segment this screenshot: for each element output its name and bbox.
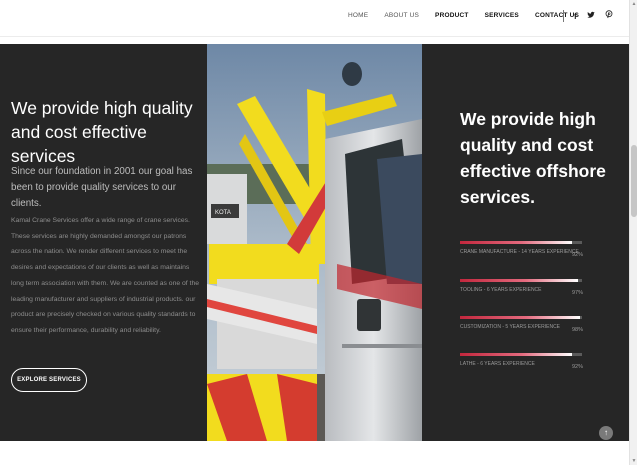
skills-heading: We provide high quality and cost effecti… [460, 109, 606, 207]
skill-progress-track [460, 353, 582, 356]
tow-truck-photo: KOTA [207, 44, 422, 441]
scrollbar-thumb[interactable] [631, 145, 637, 217]
scroll-to-top-button[interactable]: ↑ [599, 426, 613, 440]
skill-progress-fill [460, 353, 573, 356]
explore-services-button[interactable]: EXPLORE SERVICES [11, 368, 87, 392]
facebook-icon[interactable]: f [574, 11, 577, 23]
skill-progress-track [460, 316, 582, 319]
skill-progress-fill [460, 279, 579, 282]
skill-label: CRANE MANUFACTURE - 14 YEARS EXPERIENCE [460, 249, 579, 255]
intro-heading: We provide high quality and cost effecti… [11, 98, 193, 166]
skill-label: LATHE - 6 YEARS EXPERIENCE [460, 361, 535, 367]
nav-home[interactable]: HOME [348, 12, 368, 19]
nav-services[interactable]: SERVICES [485, 12, 519, 19]
nav-contact-us[interactable]: CONTACT US [535, 12, 579, 19]
skill-label: CUSTOMIZATION - 5 YEARS EXPERIENCE [460, 324, 561, 330]
skill-customization: CUSTOMIZATION - 5 YEARS EXPERIENCE 98% [460, 316, 583, 333]
pinterest-icon[interactable] [605, 10, 613, 23]
scroll-down-arrow-icon[interactable]: ▼ [631, 458, 637, 464]
social-links: f [574, 10, 623, 23]
skill-tooling: TOOLING - 6 YEARS EXPERIENCE 97% [460, 279, 583, 296]
skill-percent: 98% [572, 327, 584, 333]
nav-divider [563, 10, 564, 22]
skill-percent: 92% [572, 252, 584, 258]
offshore-skills-panel: We provide high quality and cost effecti… [422, 44, 629, 441]
nav-about-us[interactable]: ABOUT US [384, 12, 419, 19]
arrow-up-icon: ↑ [604, 428, 608, 437]
vertical-scrollbar[interactable]: ▲ ▼ [629, 0, 637, 465]
skill-progress-fill [460, 316, 580, 319]
intro-subtitle: Since our foundation in 2001 our goal ha… [11, 166, 193, 209]
skill-lathe: LATHE - 6 YEARS EXPERIENCE 92% [460, 353, 583, 370]
main-nav: HOME ABOUT US PRODUCT SERVICES CONTACT U… [348, 12, 595, 19]
background-car-text: KOTA [215, 210, 231, 216]
skill-percent: 97% [572, 290, 584, 296]
twitter-icon[interactable] [587, 11, 595, 23]
nav-product[interactable]: PRODUCT [435, 12, 469, 19]
page-bottom [0, 441, 629, 465]
intro-body: Kamal Crane Services offer a wide range … [11, 217, 200, 334]
tow-truck-image: KOTA [207, 44, 422, 441]
skill-label: TOOLING - 6 YEARS EXPERIENCE [460, 287, 542, 293]
skill-progress-track [460, 241, 582, 244]
skill-progress-fill [460, 241, 573, 244]
site-header: HOME ABOUT US PRODUCT SERVICES CONTACT U… [0, 0, 629, 37]
page: HOME ABOUT US PRODUCT SERVICES CONTACT U… [0, 0, 637, 465]
skill-progress-track [460, 279, 582, 282]
skill-crane-manufacture: CRANE MANUFACTURE - 14 YEARS EXPERIENCE … [460, 241, 583, 258]
skill-percent: 92% [572, 364, 584, 370]
scroll-up-arrow-icon[interactable]: ▲ [631, 1, 637, 7]
services-intro-panel: We provide high quality and cost effecti… [0, 44, 207, 441]
